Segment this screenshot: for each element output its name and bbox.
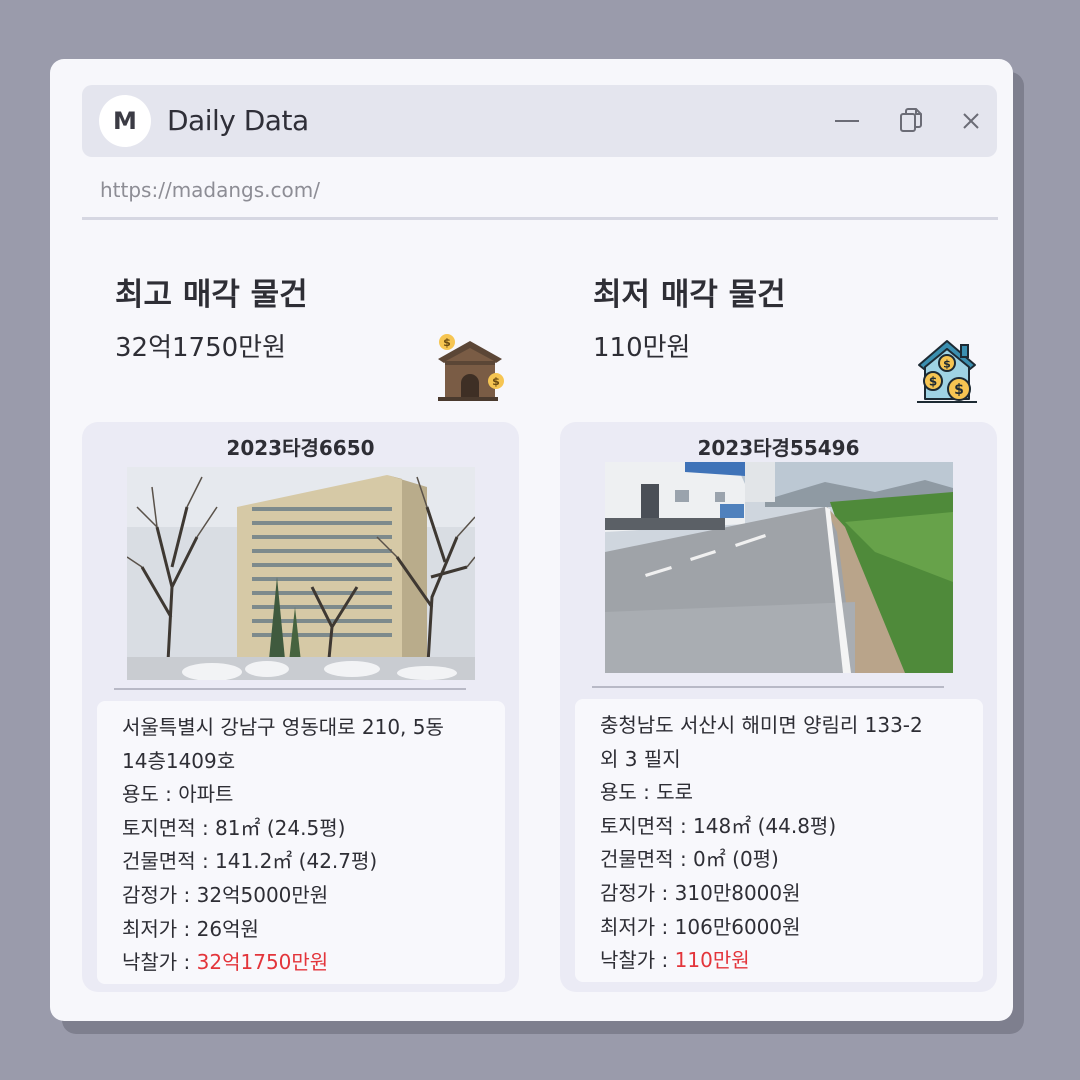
title-bar: M Daily Data	[82, 85, 997, 157]
header-divider	[82, 217, 998, 220]
case-number: 2023타경6650	[226, 436, 375, 460]
svg-text:$: $	[943, 358, 951, 371]
lowest-property-card[interactable]: 2023타경55496 충청남도 서산시 해미면 양림리 133-2 외 3 필…	[560, 422, 997, 992]
house-coins-icon: $ $ $	[915, 337, 979, 405]
address-line: 충청남도 서산시 해미면 양림리 133-2	[600, 713, 923, 737]
property-details: 서울특별시 강남구 영동대로 210, 5동 14층1409호 용도 : 아파트…	[97, 701, 505, 984]
sold-price-label: 낙찰가 :	[600, 948, 675, 973]
app-title: Daily Data	[167, 104, 309, 137]
copy-icon	[900, 108, 922, 132]
building-area-line: 건물면적 : 0㎡ (0평)	[600, 847, 779, 872]
minimum-price-line: 최저가 : 26억원	[122, 916, 259, 941]
sold-price-value: 32억1750만원	[196, 950, 329, 975]
minimize-button[interactable]	[831, 105, 863, 137]
sold-price-label: 낙찰가 :	[122, 950, 197, 975]
highest-price: 32억1750만원	[115, 333, 287, 363]
minimize-icon	[835, 120, 859, 122]
usage-line: 용도 : 도로	[600, 780, 694, 805]
svg-text:$: $	[929, 375, 937, 389]
app-window: M Daily Data https://madangs.com/ 최고 매각 …	[50, 59, 1013, 1021]
sold-price-line: 낙찰가 : 110만원	[600, 944, 983, 978]
app-avatar: M	[99, 95, 151, 147]
address-line: 외 3 필지	[600, 746, 681, 771]
appraisal-line: 감정가 : 32억5000만원	[122, 882, 329, 907]
land-area-line: 토지면적 : 148㎡ (44.8평)	[600, 813, 837, 838]
close-button[interactable]	[955, 105, 987, 137]
apartment-winter-photo	[127, 467, 475, 680]
url-text[interactable]: https://madangs.com/	[100, 178, 320, 202]
building-area-line: 건물면적 : 141.2㎡ (42.7평)	[122, 849, 378, 874]
svg-text:$: $	[443, 336, 451, 349]
address-line: 서울특별시 강남구 영동대로 210, 5동	[122, 715, 444, 739]
minimum-price-line: 최저가 : 106만6000원	[600, 914, 801, 939]
svg-text:$: $	[492, 375, 500, 388]
address-line: 14층1409호	[122, 748, 236, 773]
highest-property-card[interactable]: 2023타경6650 서울특별시 강남구 영동대로 210, 5동 14층140…	[82, 422, 519, 992]
case-number: 2023타경55496	[697, 436, 860, 460]
highest-heading: 최고 매각 물건	[115, 277, 308, 313]
appraisal-line: 감정가 : 310만8000원	[600, 880, 801, 905]
rural-road-photo	[605, 462, 953, 673]
restore-button[interactable]	[895, 105, 927, 137]
sold-price-value: 110만원	[674, 948, 750, 973]
house-money-icon: $ $	[432, 329, 508, 405]
usage-line: 용도 : 아파트	[122, 782, 234, 807]
land-area-line: 토지면적 : 81㎡ (24.5평)	[122, 815, 346, 840]
property-details: 충청남도 서산시 해미면 양림리 133-2 외 3 필지 용도 : 도로 토지…	[575, 699, 983, 982]
svg-text:$: $	[954, 382, 964, 398]
card-divider	[114, 688, 466, 690]
lowest-price: 110만원	[593, 333, 691, 363]
close-icon	[963, 113, 979, 129]
lowest-heading: 최저 매각 물건	[593, 277, 786, 313]
sold-price-line: 낙찰가 : 32억1750만원	[122, 946, 505, 980]
card-divider	[592, 686, 944, 688]
